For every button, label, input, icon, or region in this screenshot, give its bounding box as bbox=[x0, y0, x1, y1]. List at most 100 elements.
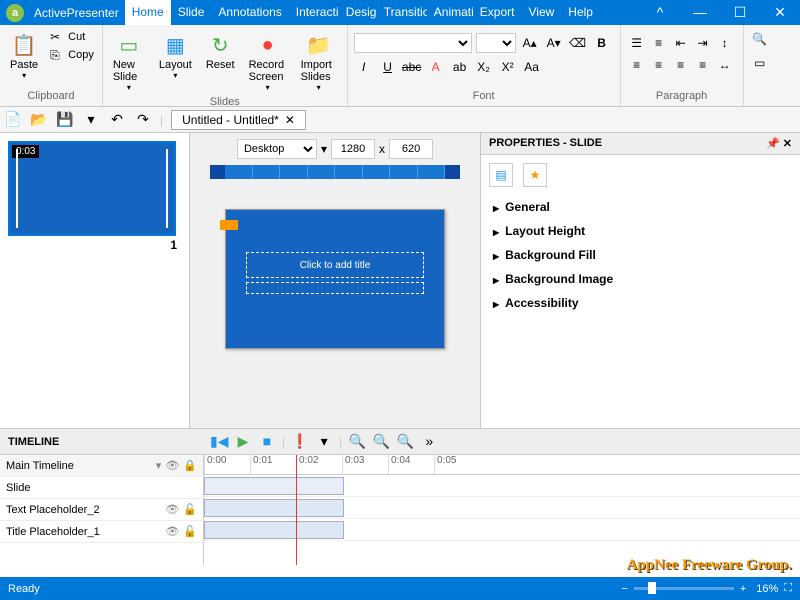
align-right-button[interactable]: ≡ bbox=[671, 55, 691, 75]
cut-button[interactable]: ✂Cut bbox=[48, 29, 96, 45]
tab-slide[interactable]: Slide bbox=[171, 0, 212, 25]
fit-button[interactable]: ⛶ bbox=[784, 582, 792, 595]
track-slide[interactable] bbox=[204, 477, 344, 495]
tab-design[interactable]: Design bbox=[339, 0, 377, 25]
superscript-button[interactable]: X² bbox=[498, 57, 518, 77]
lock-icon[interactable]: 🔓 bbox=[183, 503, 197, 516]
eye-icon[interactable]: 👁 bbox=[165, 525, 179, 538]
slide-thumb-1[interactable]: 0:03 bbox=[8, 141, 176, 236]
text-placeholder[interactable] bbox=[246, 282, 424, 294]
main-timeline-row[interactable]: Main Timeline ▾👁🔒 bbox=[0, 455, 203, 477]
layer-text-placeholder[interactable]: Text Placeholder_2👁🔓 bbox=[0, 499, 203, 521]
tab-interactions[interactable]: Interactions bbox=[289, 0, 339, 25]
tab-transitions[interactable]: Transitions bbox=[377, 0, 427, 25]
track-text[interactable] bbox=[204, 499, 344, 517]
bold-button[interactable]: B bbox=[592, 33, 612, 53]
reset-button[interactable]: ↻Reset bbox=[202, 29, 239, 73]
line-spacing-button[interactable]: ↕ bbox=[715, 33, 735, 53]
align-left-button[interactable]: ≡ bbox=[627, 55, 647, 75]
new-doc-button[interactable]: 📄 bbox=[4, 111, 22, 129]
layer-title-placeholder[interactable]: Title Placeholder_1👁🔓 bbox=[0, 521, 203, 543]
close-tab-icon[interactable]: ✕ bbox=[285, 113, 295, 127]
font-family-select[interactable] bbox=[354, 33, 472, 53]
eye-icon[interactable]: 👁 bbox=[165, 503, 179, 516]
props-accessibility[interactable]: Accessibility bbox=[481, 291, 800, 315]
tl-more-button[interactable]: » bbox=[420, 433, 438, 451]
document-tab[interactable]: Untitled - Untitled* ✕ bbox=[171, 110, 306, 130]
paste-button[interactable]: 📋 Paste bbox=[6, 29, 42, 82]
layer-slide[interactable]: Slide bbox=[0, 477, 203, 499]
zoom-out-button[interactable]: − bbox=[621, 583, 627, 595]
increase-font-button[interactable]: A▴ bbox=[520, 33, 540, 53]
tl-play-button[interactable]: ▶ bbox=[234, 433, 252, 451]
copy-button[interactable]: ⎘Copy bbox=[48, 47, 96, 63]
justify-button[interactable]: ≡ bbox=[693, 55, 713, 75]
minimize-button[interactable]: — bbox=[680, 0, 720, 25]
ruler-left-handle[interactable] bbox=[210, 165, 225, 179]
props-background-image[interactable]: Background Image bbox=[481, 267, 800, 291]
props-general[interactable]: General bbox=[481, 195, 800, 219]
layout-button[interactable]: ▦Layout bbox=[155, 29, 196, 82]
zoom-thumb[interactable] bbox=[648, 582, 656, 594]
open-button[interactable]: 📂 bbox=[30, 111, 48, 129]
text-direction-button[interactable]: ↔ bbox=[715, 55, 735, 75]
zoom-slider[interactable] bbox=[634, 587, 734, 590]
playhead[interactable] bbox=[296, 455, 297, 565]
eye-icon[interactable]: 👁 bbox=[165, 459, 179, 472]
tab-animations[interactable]: Animations bbox=[427, 0, 473, 25]
close-button[interactable]: ✕ bbox=[760, 0, 800, 25]
tl-zoomin-button[interactable]: 🔍 bbox=[396, 433, 414, 451]
tab-help[interactable]: Help bbox=[561, 0, 600, 25]
highlight-button[interactable]: ab bbox=[450, 57, 470, 77]
record-screen-button[interactable]: ●Record Screen bbox=[245, 29, 291, 94]
decrease-font-button[interactable]: A▾ bbox=[544, 33, 564, 53]
qat-dropdown[interactable]: ▾ bbox=[82, 111, 100, 129]
tab-export[interactable]: Export bbox=[473, 0, 522, 25]
select-button[interactable]: ▭ bbox=[750, 53, 770, 73]
tl-drop-button[interactable]: ▾ bbox=[315, 433, 333, 451]
title-placeholder[interactable]: Click to add title bbox=[246, 252, 424, 278]
underline-button[interactable]: U bbox=[378, 57, 398, 77]
numbering-button[interactable]: ≡ bbox=[649, 33, 669, 53]
tab-annotations[interactable]: Annotations bbox=[211, 0, 288, 25]
width-input[interactable] bbox=[331, 139, 375, 159]
find-button[interactable]: 🔍 bbox=[750, 29, 770, 49]
case-button[interactable]: Aa bbox=[522, 57, 542, 77]
timeline-tracks[interactable]: 0:00 0:01 0:02 0:03 0:04 0:05 bbox=[204, 455, 800, 565]
props-tab-slide[interactable]: ▤ bbox=[489, 163, 513, 187]
tl-zoomfit-button[interactable]: 🔍 bbox=[348, 433, 366, 451]
strike-button[interactable]: abc bbox=[402, 57, 422, 77]
maximize-button[interactable]: ☐ bbox=[720, 0, 760, 25]
new-slide-button[interactable]: ▭New Slide bbox=[109, 29, 149, 94]
tl-drop-icon[interactable]: ▾ bbox=[156, 459, 162, 472]
decrease-indent-button[interactable]: ⇤ bbox=[671, 33, 691, 53]
increase-indent-button[interactable]: ⇥ bbox=[693, 33, 713, 53]
clear-format-button[interactable]: ⌫ bbox=[568, 33, 588, 53]
ruler-right-handle[interactable] bbox=[445, 165, 460, 179]
device-drop-icon[interactable]: ▾ bbox=[321, 142, 327, 156]
tl-record-button[interactable]: ❗ bbox=[291, 433, 309, 451]
bullets-button[interactable]: ☰ bbox=[627, 33, 647, 53]
tl-stop-button[interactable]: ■ bbox=[258, 433, 276, 451]
redo-button[interactable]: ↷ bbox=[134, 111, 152, 129]
collapse-ribbon-button[interactable]: ^ bbox=[640, 0, 680, 25]
align-center-button[interactable]: ≡ bbox=[649, 55, 669, 75]
font-size-select[interactable] bbox=[476, 33, 516, 53]
props-tab-star[interactable]: ★ bbox=[523, 163, 547, 187]
save-button[interactable]: 💾 bbox=[56, 111, 74, 129]
tab-view[interactable]: View bbox=[521, 0, 561, 25]
panel-pin-icon[interactable]: 📌 ✕ bbox=[766, 137, 792, 150]
font-color-button[interactable]: A bbox=[426, 57, 446, 77]
undo-button[interactable]: ↶ bbox=[108, 111, 126, 129]
tl-prev-button[interactable]: ▮◀ bbox=[210, 433, 228, 451]
italic-button[interactable]: I bbox=[354, 57, 374, 77]
tl-zoomout-button[interactable]: 🔍 bbox=[372, 433, 390, 451]
device-select[interactable]: Desktop bbox=[237, 139, 317, 159]
import-slides-button[interactable]: 📁Import Slides bbox=[297, 29, 341, 94]
slide-canvas[interactable]: Click to add title bbox=[225, 209, 445, 349]
track-title[interactable] bbox=[204, 521, 344, 539]
lock-icon[interactable]: 🔓 bbox=[183, 525, 197, 538]
tab-home[interactable]: Home bbox=[125, 0, 171, 25]
zoom-in-button[interactable]: + bbox=[740, 583, 746, 595]
props-background-fill[interactable]: Background Fill bbox=[481, 243, 800, 267]
